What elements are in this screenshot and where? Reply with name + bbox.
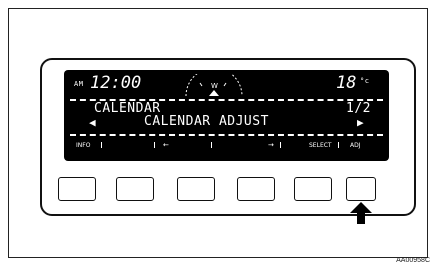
- divider-tick: [101, 142, 102, 148]
- compass-icon: W: [185, 74, 243, 97]
- clock-display: 12:00: [90, 73, 142, 93]
- right-button[interactable]: [237, 177, 275, 201]
- divider-tick: [211, 142, 212, 148]
- divider-tick: [280, 142, 281, 148]
- info-button[interactable]: [58, 177, 96, 201]
- left-arrow-label: ←: [163, 141, 169, 149]
- ampm-indicator: AM: [74, 80, 84, 88]
- info-label: INFO: [76, 142, 91, 149]
- adj-label: ADJ: [350, 142, 361, 149]
- temperature-unit: °c: [360, 77, 370, 85]
- divider-tick: [338, 142, 339, 148]
- left-button[interactable]: [116, 177, 154, 201]
- lower-separator: [70, 134, 383, 136]
- divider-tick: [154, 142, 155, 148]
- menu-item: CALENDAR ADJUST: [144, 114, 269, 129]
- select-label: SELECT: [309, 142, 332, 149]
- svg-text:W: W: [211, 82, 218, 90]
- prev-arrow-icon: ◀: [89, 116, 97, 129]
- next-arrow-icon: ▶: [357, 116, 365, 129]
- adj-button[interactable]: [346, 177, 376, 201]
- center-button[interactable]: [177, 177, 215, 201]
- pointer-arrow-icon: [350, 202, 372, 224]
- select-button[interactable]: [294, 177, 332, 201]
- lcd-display: AM 12:00 W 18 °c CALENDAR 1/2 ◀ CALENDAR…: [64, 70, 389, 161]
- right-arrow-label: →: [268, 141, 274, 149]
- figure-id: AA00958C: [396, 257, 430, 264]
- temperature-display: 18: [336, 73, 357, 93]
- page-indicator: 1/2: [346, 101, 371, 116]
